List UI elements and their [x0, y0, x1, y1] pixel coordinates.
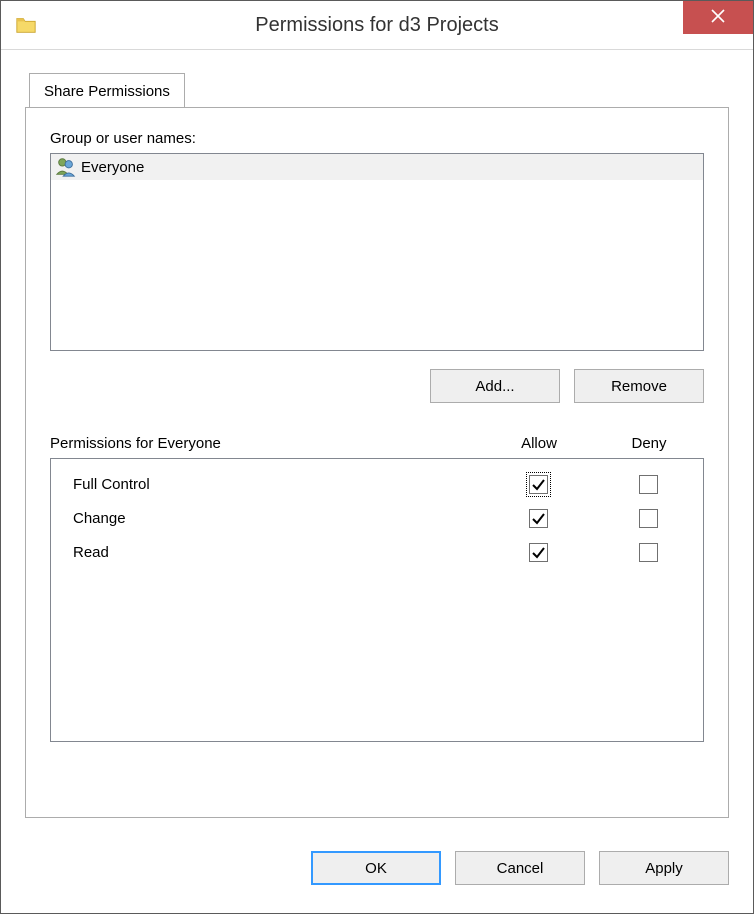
permission-label: Read — [73, 544, 483, 561]
cancel-button[interactable]: Cancel — [455, 851, 585, 885]
user-row[interactable]: Everyone — [51, 154, 703, 180]
users-list[interactable]: Everyone — [50, 153, 704, 351]
close-button[interactable] — [683, 1, 753, 34]
dialog-buttons: OK Cancel Apply — [311, 851, 729, 885]
folder-icon — [15, 14, 37, 36]
tab-share-permissions[interactable]: Share Permissions — [29, 73, 185, 109]
tab-panel: Group or user names: Everyone Add... Rem… — [25, 107, 729, 818]
titlebar[interactable]: Permissions for d3 Projects — [1, 1, 753, 50]
allow-checkbox[interactable] — [529, 509, 548, 528]
allow-column-header: Allow — [484, 435, 594, 452]
deny-column-header: Deny — [594, 435, 704, 452]
group-user-label: Group or user names: — [50, 130, 704, 147]
close-icon — [711, 9, 725, 27]
add-button[interactable]: Add... — [430, 369, 560, 403]
deny-checkbox[interactable] — [639, 509, 658, 528]
window-title: Permissions for d3 Projects — [1, 14, 753, 37]
permission-label: Change — [73, 510, 483, 527]
user-name: Everyone — [81, 159, 144, 176]
permission-row: Read — [51, 535, 703, 569]
permissions-list: Full Control Change Read — [50, 458, 704, 742]
permission-label: Full Control — [73, 476, 483, 493]
users-group-icon — [55, 156, 77, 178]
allow-checkbox[interactable] — [529, 475, 548, 494]
apply-button[interactable]: Apply — [599, 851, 729, 885]
permissions-for-label: Permissions for Everyone — [50, 435, 484, 452]
remove-button[interactable]: Remove — [574, 369, 704, 403]
allow-checkbox[interactable] — [529, 543, 548, 562]
deny-checkbox[interactable] — [639, 475, 658, 494]
tab-control: Share Permissions Group or user names: E… — [25, 72, 729, 818]
ok-button[interactable]: OK — [311, 851, 441, 885]
permissions-dialog: Permissions for d3 Projects Share Permis… — [0, 0, 754, 914]
deny-checkbox[interactable] — [639, 543, 658, 562]
permission-row: Full Control — [51, 467, 703, 501]
tab-label: Share Permissions — [44, 83, 170, 100]
client-area: Share Permissions Group or user names: E… — [1, 50, 753, 913]
permission-row: Change — [51, 501, 703, 535]
